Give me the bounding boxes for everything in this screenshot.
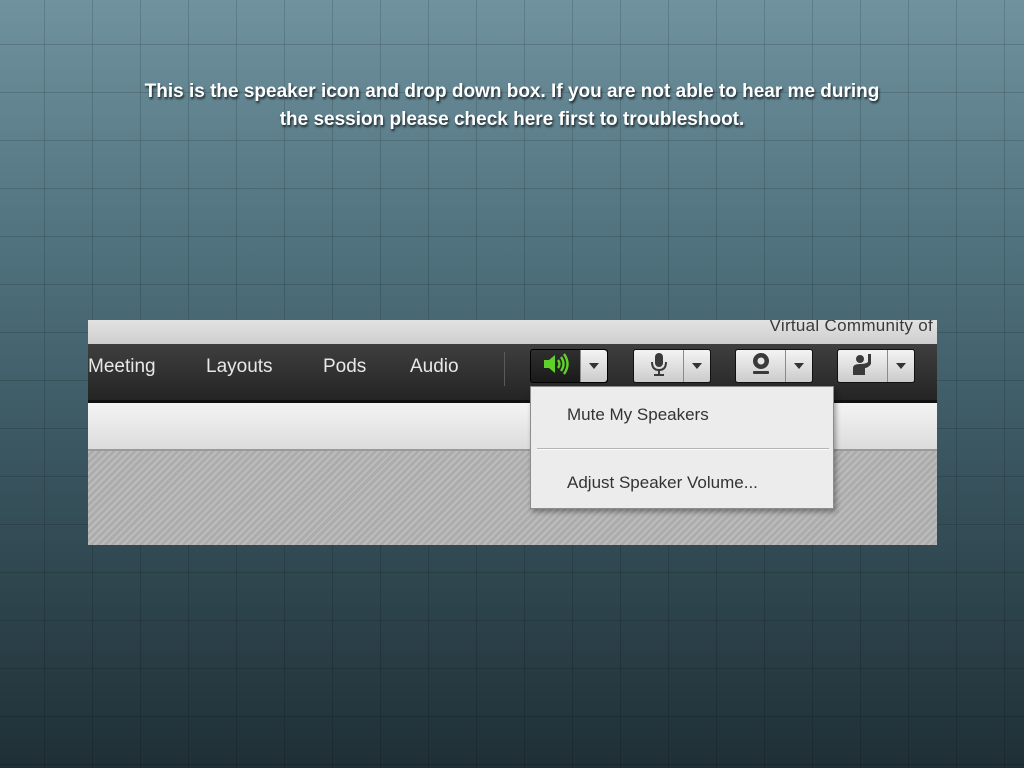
webcam-dropdown-button[interactable] [785, 350, 812, 382]
menu-meeting[interactable]: Meeting [88, 344, 156, 392]
microphone-button[interactable] [634, 350, 684, 382]
status-dropdown-button[interactable] [887, 350, 914, 382]
menu-layouts[interactable]: Layouts [206, 344, 273, 392]
speaker-dropdown-button[interactable] [580, 350, 607, 382]
raise-hand-button[interactable] [838, 350, 888, 382]
organization-name: Virtual Community of [769, 320, 933, 335]
webcam-button[interactable] [736, 350, 786, 382]
menu-pods[interactable]: Pods [323, 344, 366, 392]
slide-caption: This is the speaker icon and drop down b… [80, 78, 944, 134]
microphone-button-group [633, 349, 711, 383]
status-button-group [837, 349, 915, 383]
microphone-icon [648, 351, 670, 381]
chevron-down-icon [692, 363, 702, 369]
caption-line-2: the session please check here first to t… [279, 109, 745, 130]
adjust-speaker-volume-item[interactable]: Adjust Speaker Volume... [531, 463, 833, 503]
chevron-down-icon [896, 363, 906, 369]
webcam-icon [749, 351, 773, 381]
speaker-dropdown-menu: Mute My Speakers Adjust Speaker Volume..… [530, 386, 834, 509]
menu-audio[interactable]: Audio [410, 344, 459, 392]
chevron-down-icon [794, 363, 804, 369]
menu-separator [537, 448, 829, 450]
chevron-down-icon [589, 363, 599, 369]
raise-hand-icon [850, 351, 876, 381]
speaker-icon [541, 352, 571, 380]
speaker-button[interactable] [531, 350, 581, 382]
webcam-button-group [735, 349, 813, 383]
microphone-dropdown-button[interactable] [683, 350, 710, 382]
app-screenshot: Virtual Community of Meeting Layouts Pod… [88, 320, 937, 545]
app-title-strip: Virtual Community of [88, 320, 937, 344]
speaker-button-group [530, 349, 608, 383]
mute-my-speakers-item[interactable]: Mute My Speakers [531, 395, 833, 435]
menu-divider [504, 352, 505, 386]
caption-line-1: This is the speaker icon and drop down b… [144, 81, 880, 102]
